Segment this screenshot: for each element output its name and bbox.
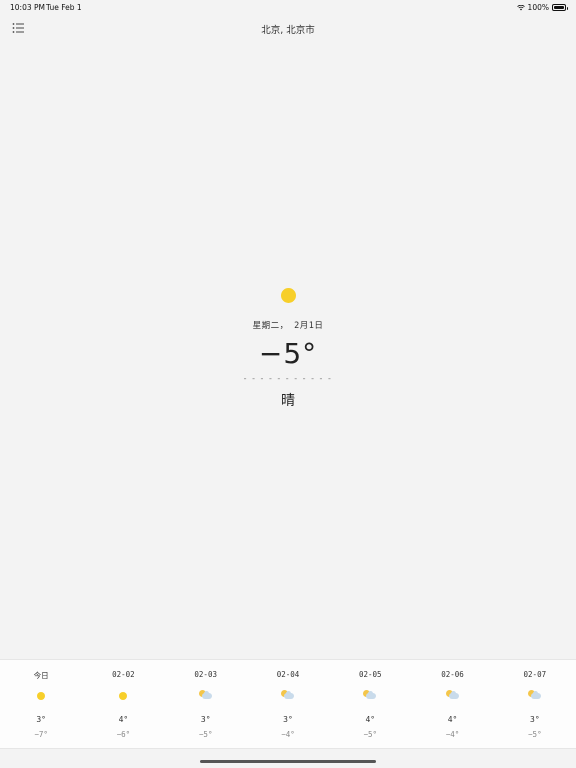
battery-icon [552, 4, 568, 11]
location-title: 北京, 北京市 [261, 25, 315, 36]
forecast-low: −4° [281, 730, 295, 739]
current-date: 星期二， 2月1日 [252, 321, 324, 331]
forecast-day[interactable]: 今日 3° −7° [0, 660, 82, 748]
forecast-high: 4° [365, 715, 376, 724]
forecast-day[interactable]: 02-06 4° −4° [411, 660, 493, 748]
partly-cloudy-icon [363, 690, 377, 702]
wifi-icon [516, 4, 525, 10]
forecast-high: 4° [118, 715, 129, 724]
current-temperature: −5° [258, 337, 318, 370]
status-time: 10:03 PM [10, 3, 45, 12]
forecast-day[interactable]: 02-03 3° −5° [165, 660, 247, 748]
forecast-strip[interactable]: 今日 3° −7° 02-02 4° −6° 02-03 3° −5° 02-0… [0, 659, 576, 749]
forecast-high: 3° [36, 715, 46, 724]
forecast-day-label: 02-04 [276, 670, 300, 679]
divider: - - - - - - - - - - - [243, 374, 333, 383]
forecast-high: 3° [530, 715, 540, 724]
weather-screen: 10:03 PM Tue Feb 1 100% 北京, 北京市 星期二， 2月1… [0, 0, 576, 768]
forecast-low: −5° [528, 730, 542, 739]
current-condition: 晴 [281, 393, 295, 409]
forecast-high: 3° [200, 715, 211, 724]
status-bar: 10:03 PM Tue Feb 1 100% [0, 0, 576, 14]
status-indicators: 100% [516, 3, 568, 12]
sun-icon [280, 288, 296, 303]
forecast-low: −5° [198, 730, 213, 739]
partly-cloudy-icon [445, 690, 460, 702]
current-weather: 星期二， 2月1日 −5° - - - - - - - - - - - 晴 [0, 288, 576, 410]
sun-icon [116, 690, 130, 702]
forecast-day-label: 02-03 [194, 670, 217, 679]
forecast-high: 3° [283, 715, 293, 724]
forecast-low: −6° [116, 730, 131, 739]
partly-cloudy-icon [198, 690, 213, 702]
sun-icon [34, 690, 48, 702]
forecast-low: −7° [34, 730, 48, 739]
partly-cloudy-icon [527, 690, 542, 702]
status-date: Tue Feb 1 [46, 3, 82, 12]
forecast-day[interactable]: 02-05 4° −5° [329, 660, 411, 748]
forecast-day[interactable]: 02-02 4° −6° [82, 660, 164, 748]
battery-percentage: 100% [527, 3, 549, 12]
forecast-low: −4° [445, 730, 460, 739]
forecast-day-label: 02-02 [112, 670, 135, 679]
forecast-day-label: 02-06 [441, 670, 464, 679]
home-indicator[interactable] [200, 760, 376, 763]
forecast-day-label: 02-07 [523, 670, 547, 679]
forecast-day-label: 02-05 [358, 670, 382, 679]
forecast-high: 4° [447, 715, 458, 724]
forecast-day[interactable]: 02-07 3° −5° [494, 660, 576, 748]
forecast-low: −5° [363, 730, 378, 739]
partly-cloudy-icon [280, 690, 295, 702]
forecast-day[interactable]: 02-04 3° −4° [247, 660, 329, 748]
forecast-day-label: 今日 [33, 671, 49, 680]
